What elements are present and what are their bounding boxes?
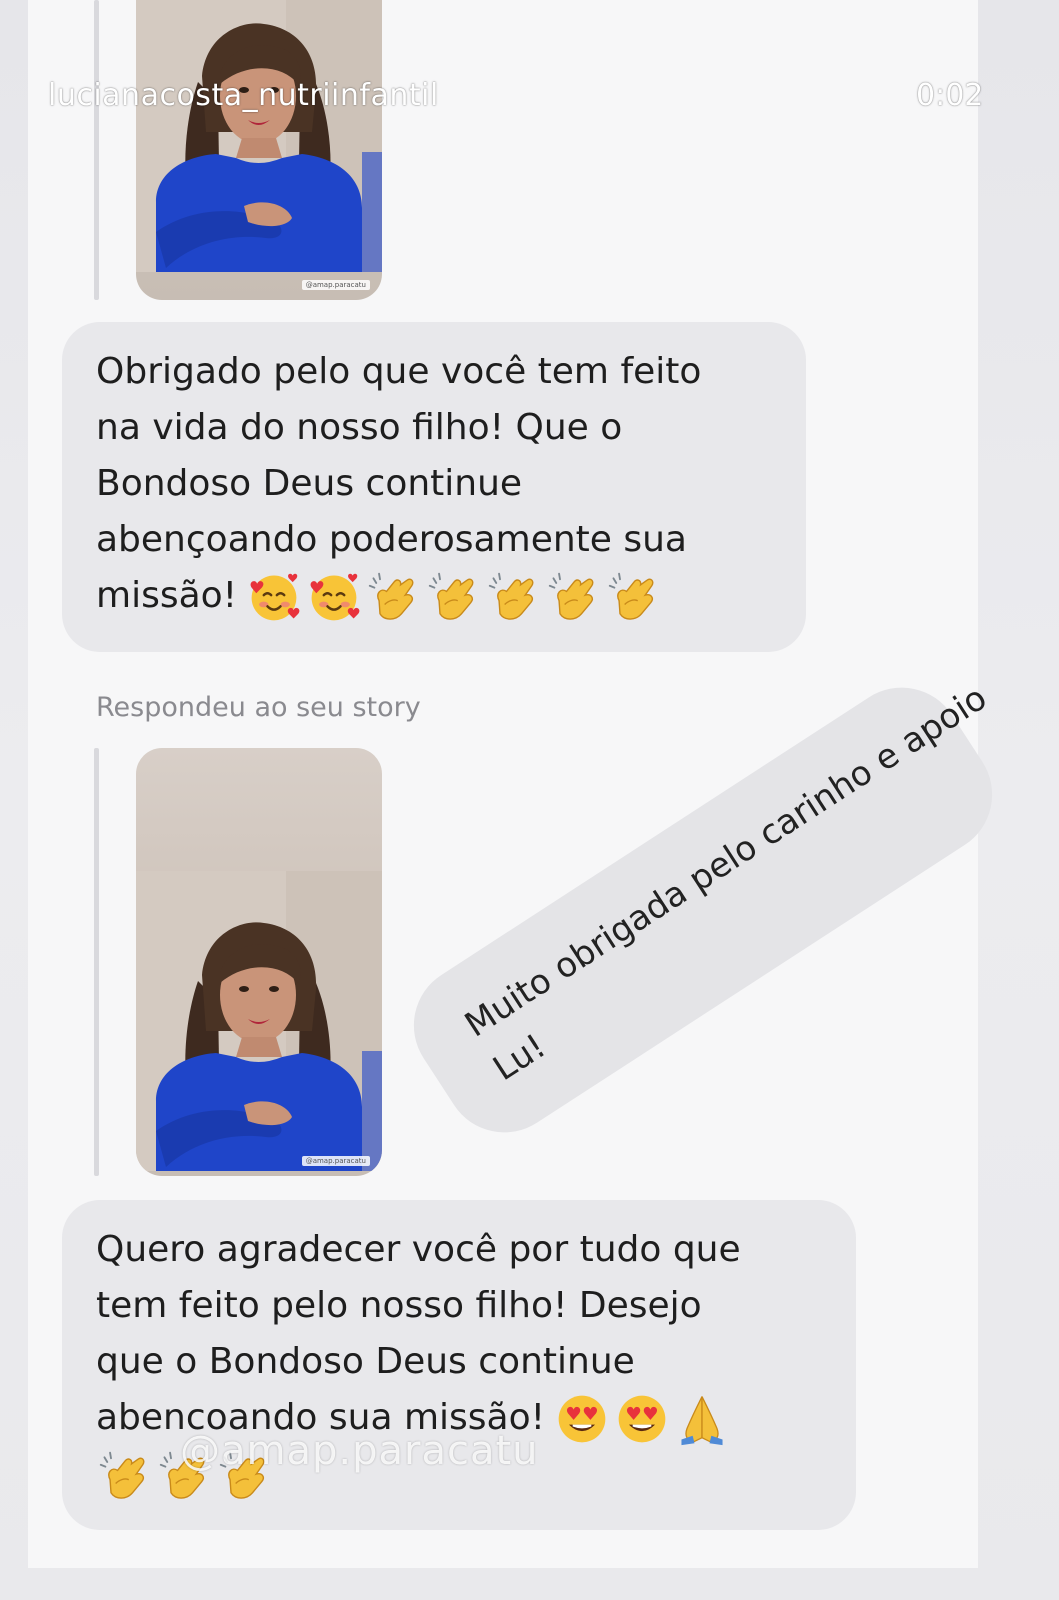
story-photo-2 [136,871,382,1171]
message-2-emojis-a [553,1391,731,1447]
message-bubble-2[interactable]: Quero agradecer você por tudo que tem fe… [62,1200,856,1530]
heart-eyes-icon [613,1391,671,1447]
smiling-face-with-hearts-icon [305,569,363,625]
story-thumbnail[interactable]: @amap.paracatu [136,0,382,300]
clapping-hands-icon [365,569,423,625]
clapping-hands-icon [485,569,543,625]
clapping-hands-icon [96,1448,154,1504]
message-2-line-3: que o Bondoso Deus continue [96,1341,635,1382]
story-canvas: @amap.paracatu Obrigado pelo que você te… [0,0,1059,1600]
message-1-line-4: abençoando poderosamente sua [96,519,687,560]
story-thumbnail-tag-2: @amap.paracatu [301,1156,370,1166]
story-thumbnail-tag: @amap.paracatu [301,280,370,290]
message-1-line-1: Obrigado pelo que você tem feito [96,351,702,392]
message-bubble-1[interactable]: Obrigado pelo que você tem feito na vida… [62,322,806,652]
message-1-line-5: missão! [96,568,770,625]
reply-quote-line-2 [94,748,99,1176]
message-2-line-1: Quero agradecer você por tudo que [96,1229,741,1270]
message-1-line-2: na vida do nosso filho! Que o [96,407,623,448]
story-timestamp: 0:02 [916,78,984,113]
message-1-line-5-text: missão! [96,575,238,616]
story-photo [136,0,382,272]
message-2-line-2: tem feito pelo nosso filho! Desejo [96,1285,702,1326]
message-1-line-3: Bondoso Deus continue [96,463,523,504]
story-username[interactable]: lucianacosta_nutriinfantil [48,78,439,113]
story-watermark: @amap.paracatu [180,1428,539,1474]
story-header: lucianacosta_nutriinfantil 0:02 [0,72,1059,122]
folded-hands-icon [673,1391,731,1447]
clapping-hands-icon [545,569,603,625]
replied-to-story-label: Respondeu ao seu story [96,692,421,723]
story-thumbnail-2[interactable]: @amap.paracatu [136,748,382,1176]
reply-quote-line [94,0,99,300]
smiling-face-with-hearts-icon [245,569,303,625]
clapping-hands-icon [425,569,483,625]
heart-eyes-icon [553,1391,611,1447]
message-1-emojis [245,569,663,625]
clapping-hands-icon [605,569,663,625]
